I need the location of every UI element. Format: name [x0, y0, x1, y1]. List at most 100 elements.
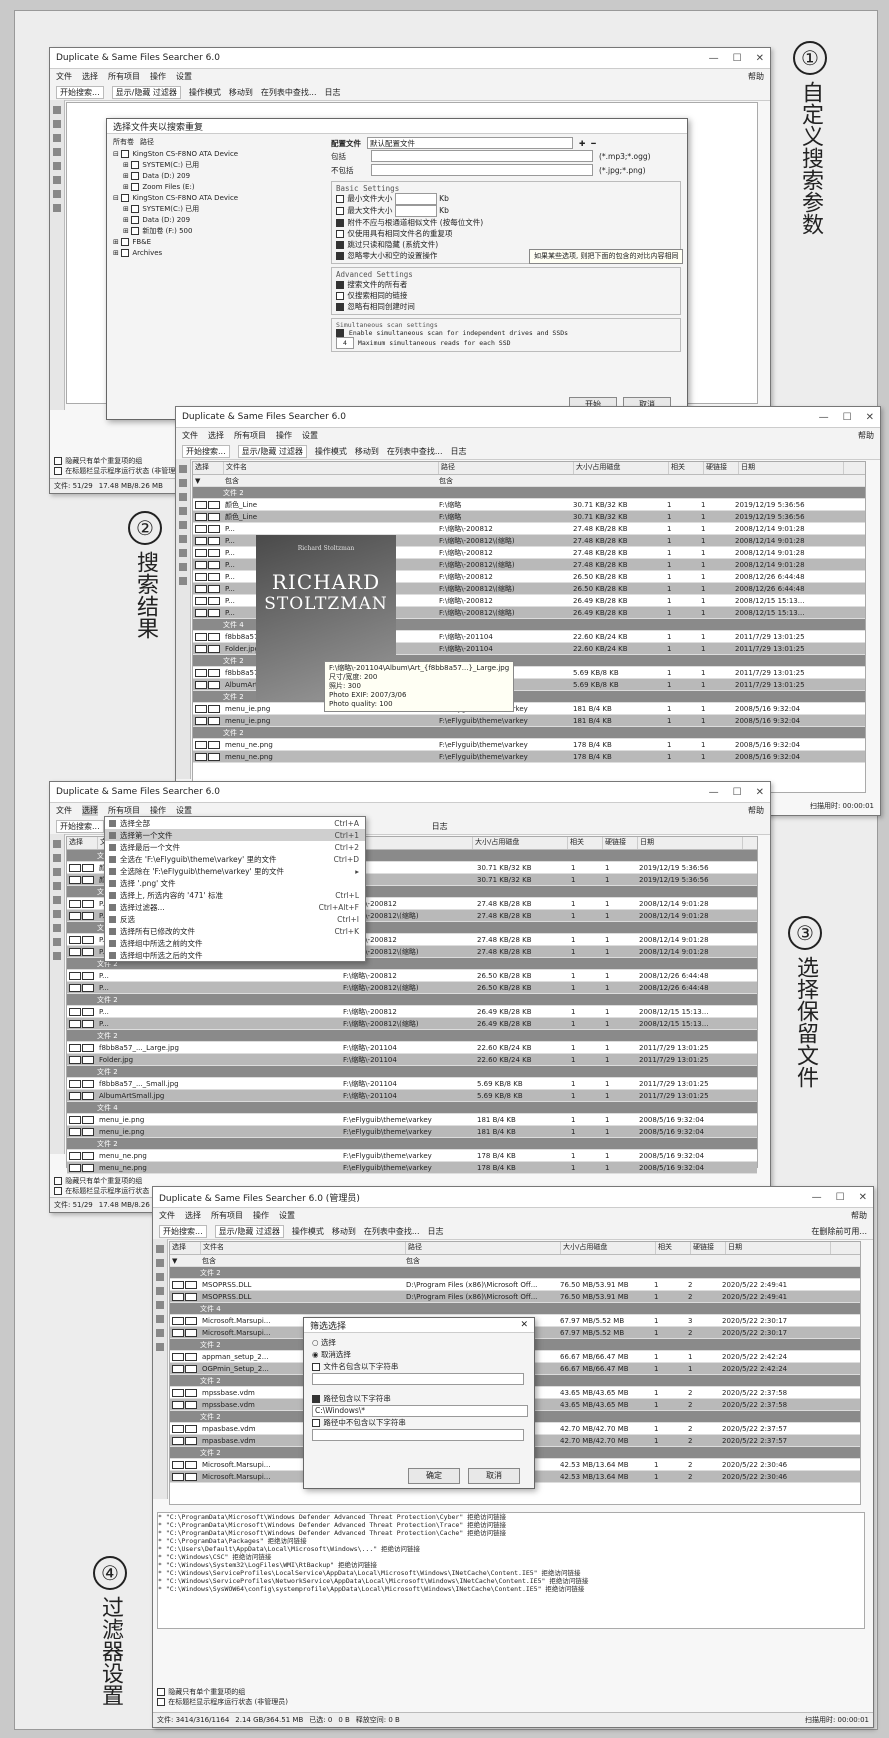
- row-checkbox[interactable]: [67, 971, 97, 980]
- maximize-button[interactable]: ☐: [836, 1192, 845, 1203]
- group-header-row[interactable]: 文件 2: [67, 1066, 757, 1078]
- row-checkbox[interactable]: [67, 875, 97, 884]
- basic-option[interactable]: 仅使用具有相同文件名的重复项: [336, 228, 676, 239]
- row-checkbox[interactable]: [67, 1115, 97, 1124]
- remove-profile-icon[interactable]: ━: [591, 139, 596, 148]
- row-checkbox[interactable]: [67, 899, 97, 908]
- profile-select[interactable]: 默认配置文件: [367, 137, 573, 149]
- menu-item[interactable]: 选择所有已修改的文件 Ctrl+K: [105, 925, 365, 937]
- group-header-row[interactable]: 文件 2: [193, 487, 865, 499]
- close-button[interactable]: ✕: [859, 1192, 867, 1203]
- tool-icon[interactable]: [53, 924, 61, 932]
- menu-settings[interactable]: 设置: [279, 1210, 295, 1221]
- move-to-button[interactable]: 移动到: [229, 87, 253, 98]
- row-checkbox[interactable]: [193, 584, 223, 593]
- add-profile-icon[interactable]: ✚: [579, 139, 585, 148]
- table-row[interactable]: P... F:\缩略\-200812 26.49 KB/28 KB 1 1 2008/12…: [67, 1006, 757, 1018]
- row-checkbox[interactable]: [67, 1127, 97, 1136]
- table-row[interactable]: f8bb8a57_..._Large.jpg F:\缩略\-201104 22.60…: [67, 1042, 757, 1054]
- row-checkbox[interactable]: [67, 863, 97, 872]
- filter-icon[interactable]: ▼: [193, 477, 223, 485]
- tool-icon[interactable]: [53, 106, 61, 114]
- table-row[interactable]: P... F:\缩略\-200812\(缩略) 26.49 KB/28 KB 1 1 20…: [67, 1018, 757, 1030]
- path-not-contains-checkbox[interactable]: 路径中不包含以下字符串: [312, 1417, 526, 1429]
- tool-icon[interactable]: [53, 882, 61, 890]
- tree-item[interactable]: ⊞ Zoom Files (E:): [113, 182, 313, 193]
- basic-option[interactable]: 附件不应与根通道相似文件 (按每位文件): [336, 217, 676, 228]
- row-checkbox[interactable]: [193, 704, 223, 713]
- tool-icon[interactable]: [53, 854, 61, 862]
- menu-help[interactable]: 帮助: [748, 805, 764, 816]
- menu-settings[interactable]: 设置: [302, 430, 318, 441]
- exclude-field[interactable]: [371, 164, 593, 176]
- mode-button[interactable]: 操作模式: [315, 446, 347, 457]
- menu-select[interactable]: 选择: [82, 805, 98, 816]
- start-search-button[interactable]: 开始搜索...: [159, 1224, 207, 1238]
- menu-item[interactable]: 选择上, 所选内容的 '471' 标准 Ctrl+L: [105, 889, 365, 901]
- close-button[interactable]: ✕: [756, 53, 764, 64]
- titlebar-status-checkbox[interactable]: 在标题栏显示程序运行状态 (非管理员): [157, 1697, 288, 1707]
- row-checkbox[interactable]: [170, 1292, 200, 1301]
- menu-file[interactable]: 文件: [56, 805, 72, 816]
- table-row[interactable]: 颜色_Line F:\缩略 30.71 KB/32 KB 1 1 2019/12/19 5…: [193, 511, 865, 523]
- minimize-button[interactable]: —: [812, 1192, 822, 1203]
- group-header-row[interactable]: 文件 2: [193, 727, 865, 739]
- log-button[interactable]: 日志: [325, 87, 341, 98]
- toggle-filter-button[interactable]: 显示/隐藏 过滤器: [111, 85, 181, 99]
- tool-icon[interactable]: [179, 507, 187, 515]
- tree-item[interactable]: ⊞ 新加卷 (F:) 500: [113, 226, 313, 237]
- hide-single-groups-checkbox[interactable]: 隐藏只有单个重复项的组: [157, 1687, 288, 1697]
- menu-settings[interactable]: 设置: [176, 71, 192, 82]
- minimize-button[interactable]: —: [819, 412, 829, 423]
- row-checkbox[interactable]: [170, 1388, 200, 1397]
- row-checkbox[interactable]: [67, 911, 97, 920]
- row-checkbox[interactable]: [67, 1019, 97, 1028]
- menu-file[interactable]: 文件: [182, 430, 198, 441]
- row-checkbox[interactable]: [67, 947, 97, 956]
- row-checkbox[interactable]: [193, 560, 223, 569]
- table-row[interactable]: menu_ne.png F:\eFlyguib\theme\varkey 178 B…: [67, 1162, 757, 1174]
- row-checkbox[interactable]: [170, 1424, 200, 1433]
- hide-single-groups-checkbox[interactable]: 隐藏只有单个重复项的组: [54, 456, 185, 466]
- tool-icon[interactable]: [53, 204, 61, 212]
- row-checkbox[interactable]: [170, 1364, 200, 1373]
- menu-select[interactable]: 选择: [208, 430, 224, 441]
- toggle-filter-button[interactable]: 显示/隐藏 过滤器: [214, 1224, 284, 1238]
- menu-actions[interactable]: 操作: [150, 71, 166, 82]
- group-header-row[interactable]: 文件 4: [170, 1303, 860, 1315]
- group-header-row[interactable]: 文件 4: [67, 1102, 757, 1114]
- start-search-button[interactable]: 开始搜索...: [56, 819, 104, 833]
- row-checkbox[interactable]: [193, 512, 223, 521]
- tool-icon[interactable]: [179, 563, 187, 571]
- tool-icon[interactable]: [53, 176, 61, 184]
- tab-paths[interactable]: 路径: [140, 137, 154, 147]
- hide-single-groups-checkbox[interactable]: 隐藏只有单个重复项的组: [54, 1176, 185, 1186]
- path-field[interactable]: C:\Windows\*: [312, 1405, 528, 1417]
- row-checkbox[interactable]: [170, 1460, 200, 1469]
- mode-button[interactable]: 操作模式: [189, 87, 221, 98]
- menu-file[interactable]: 文件: [159, 1210, 175, 1221]
- menu-all-items[interactable]: 所有项目: [108, 71, 140, 82]
- path-contains-checkbox[interactable]: 路径包含以下字符串: [312, 1393, 526, 1405]
- tool-icon[interactable]: [156, 1259, 164, 1267]
- maximize-button[interactable]: ☐: [733, 53, 742, 64]
- min-size-checkbox[interactable]: 最小文件大小 Kb: [336, 193, 676, 205]
- simultaneous-scan-checkbox[interactable]: Enable simultaneous scan for independent…: [336, 329, 676, 337]
- table-row[interactable]: menu_ie.pngF:\eFlyguib\theme\varkey181 B…: [193, 715, 865, 727]
- advanced-option[interactable]: 忽略有相同创建时间: [336, 301, 676, 312]
- tab-all-volumes[interactable]: 所有卷: [113, 137, 134, 147]
- tool-icon[interactable]: [156, 1287, 164, 1295]
- menu-item[interactable]: 选择全部 Ctrl+A: [105, 817, 365, 829]
- tool-icon[interactable]: [179, 521, 187, 529]
- row-checkbox[interactable]: [67, 1007, 97, 1016]
- table-row[interactable]: menu_ie.pngF:\eFlyguib\theme\varkey181 B…: [193, 703, 865, 715]
- tool-icon[interactable]: [53, 162, 61, 170]
- row-checkbox[interactable]: [67, 1091, 97, 1100]
- menu-help[interactable]: 帮助: [851, 1210, 867, 1221]
- menu-actions[interactable]: 操作: [253, 1210, 269, 1221]
- titlebar-status-checkbox[interactable]: 在标题栏显示程序运行状态 (非管理员): [54, 466, 185, 476]
- cancel-button[interactable]: 取消: [468, 1468, 520, 1484]
- row-checkbox[interactable]: [170, 1472, 200, 1481]
- tree-item[interactable]: ⊞ SYSTEM(C:) 已用: [113, 204, 313, 215]
- menu-all-items[interactable]: 所有项目: [211, 1210, 243, 1221]
